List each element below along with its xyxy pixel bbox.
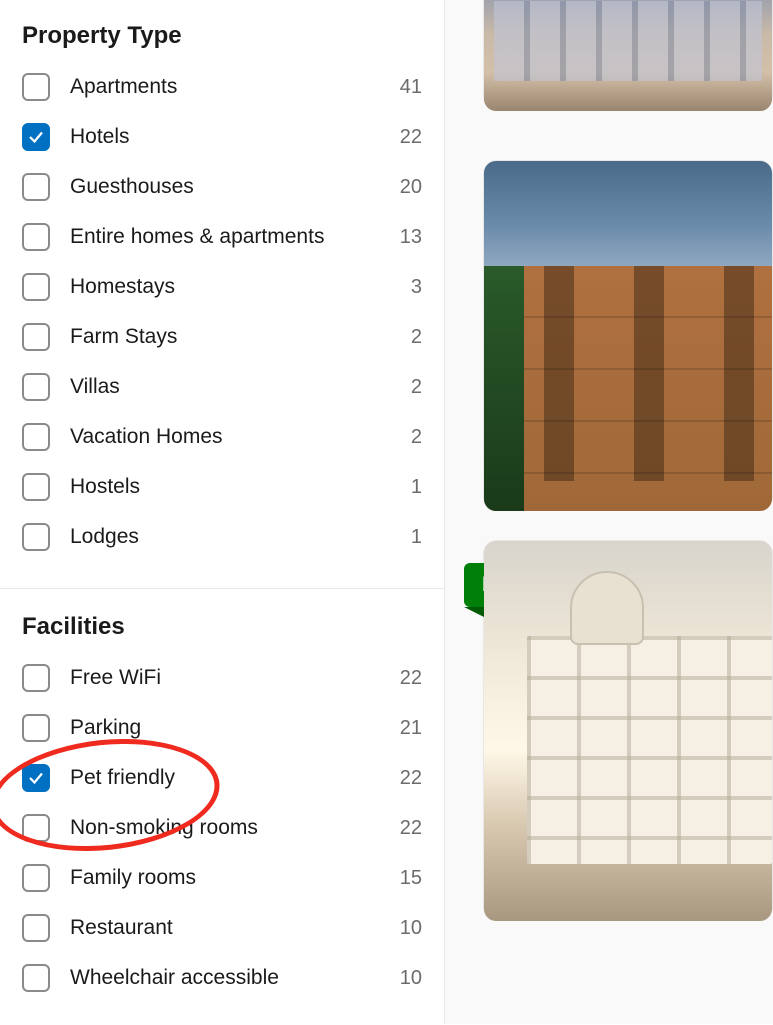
checkbox[interactable]: [22, 714, 50, 742]
filter-option-free-wifi[interactable]: Free WiFi22: [22, 653, 422, 703]
checkbox[interactable]: [22, 273, 50, 301]
filter-option-restaurant[interactable]: Restaurant10: [22, 903, 422, 953]
filter-label: Non-smoking rooms: [70, 816, 390, 840]
checkbox[interactable]: [22, 373, 50, 401]
filter-label: Hostels: [70, 475, 390, 499]
filter-count: 22: [390, 767, 422, 790]
filter-label: Villas: [70, 375, 390, 399]
filter-option-family-rooms[interactable]: Family rooms15: [22, 853, 422, 903]
filter-label: Restaurant: [70, 916, 390, 940]
filter-label: Entire homes & apartments: [70, 225, 390, 249]
checkbox[interactable]: [22, 123, 50, 151]
property-image: [484, 541, 772, 921]
checkbox[interactable]: [22, 864, 50, 892]
property-image: [484, 161, 772, 511]
results-column: Breakfast included: [445, 0, 773, 1024]
filter-label: Lodges: [70, 525, 390, 549]
filter-label: Family rooms: [70, 866, 390, 890]
filter-option-hostels[interactable]: Hostels1: [22, 462, 422, 512]
property-card[interactable]: [483, 0, 773, 110]
filter-label: Wheelchair accessible: [70, 966, 390, 990]
filter-option-farm-stays[interactable]: Farm Stays2: [22, 312, 422, 362]
filter-label: Free WiFi: [70, 666, 390, 690]
filter-option-entire-homes-apartments[interactable]: Entire homes & apartments13: [22, 212, 422, 262]
filter-count: 10: [390, 967, 422, 990]
checkbox[interactable]: [22, 223, 50, 251]
filter-option-non-smoking-rooms[interactable]: Non-smoking rooms22: [22, 803, 422, 853]
check-icon: [27, 128, 45, 146]
filter-label: Hotels: [70, 125, 390, 149]
filter-count: 10: [390, 917, 422, 940]
filter-list-property-type: Apartments41Hotels22Guesthouses20Entire …: [0, 62, 444, 584]
filter-count: 13: [390, 226, 422, 249]
checkbox[interactable]: [22, 423, 50, 451]
filter-count: 15: [390, 867, 422, 890]
filter-count: 3: [390, 276, 422, 299]
property-card[interactable]: Breakfast included: [483, 540, 773, 920]
filter-option-lodges[interactable]: Lodges1: [22, 512, 422, 562]
filter-option-guesthouses[interactable]: Guesthouses20: [22, 162, 422, 212]
filter-count: 21: [390, 717, 422, 740]
filter-label: Pet friendly: [70, 766, 390, 790]
section-title-facilities: Facilities: [0, 613, 444, 653]
filter-option-vacation-homes[interactable]: Vacation Homes2: [22, 412, 422, 462]
filter-label: Apartments: [70, 75, 390, 99]
filter-option-parking[interactable]: Parking21: [22, 703, 422, 753]
property-image: [484, 0, 772, 111]
filter-sidebar: Property Type Apartments41Hotels22Guesth…: [0, 0, 445, 1024]
filter-count: 22: [390, 667, 422, 690]
filter-label: Homestays: [70, 275, 390, 299]
checkbox[interactable]: [22, 664, 50, 692]
divider: [0, 588, 444, 589]
filter-label: Farm Stays: [70, 325, 390, 349]
filter-count: 2: [390, 326, 422, 349]
filter-option-hotels[interactable]: Hotels22: [22, 112, 422, 162]
checkbox[interactable]: [22, 914, 50, 942]
checkbox[interactable]: [22, 173, 50, 201]
filter-count: 1: [390, 476, 422, 499]
filter-list-facilities: Free WiFi22Parking21Pet friendly22Non-sm…: [0, 653, 444, 1025]
filter-count: 41: [390, 76, 422, 99]
filter-option-pet-friendly[interactable]: Pet friendly22: [22, 753, 422, 803]
checkbox[interactable]: [22, 814, 50, 842]
checkbox[interactable]: [22, 323, 50, 351]
filter-count: 20: [390, 176, 422, 199]
filter-count: 22: [390, 817, 422, 840]
checkbox[interactable]: [22, 764, 50, 792]
checkbox[interactable]: [22, 73, 50, 101]
checkbox[interactable]: [22, 964, 50, 992]
filter-option-apartments[interactable]: Apartments41: [22, 62, 422, 112]
filter-label: Guesthouses: [70, 175, 390, 199]
checkbox[interactable]: [22, 523, 50, 551]
filter-count: 1: [390, 526, 422, 549]
check-icon: [27, 769, 45, 787]
checkbox[interactable]: [22, 473, 50, 501]
property-card[interactable]: [483, 160, 773, 510]
filter-option-wheelchair-accessible[interactable]: Wheelchair accessible10: [22, 953, 422, 1003]
filter-count: 2: [390, 376, 422, 399]
filter-label: Parking: [70, 716, 390, 740]
filter-label: Vacation Homes: [70, 425, 390, 449]
section-title-property-type: Property Type: [0, 22, 444, 62]
filter-option-villas[interactable]: Villas2: [22, 362, 422, 412]
filter-count: 22: [390, 126, 422, 149]
filter-option-homestays[interactable]: Homestays3: [22, 262, 422, 312]
filter-count: 2: [390, 426, 422, 449]
